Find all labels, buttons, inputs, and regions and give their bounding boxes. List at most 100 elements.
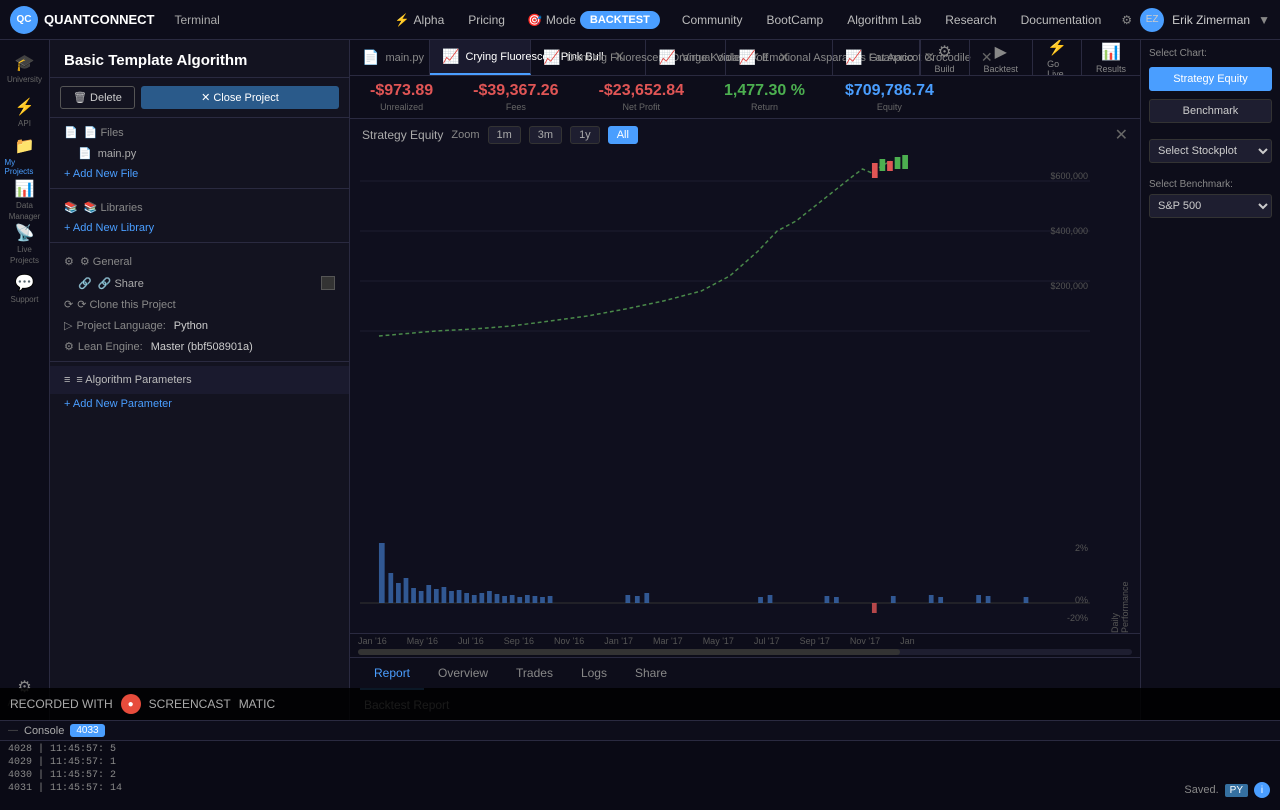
- university-icon: 🎓: [15, 53, 35, 73]
- build-button[interactable]: ⚙ Build: [920, 40, 969, 76]
- chart-close-button[interactable]: ✕: [1115, 125, 1128, 145]
- tab-trades[interactable]: Trades: [502, 658, 567, 690]
- strategy-equity-button[interactable]: Strategy Equity: [1149, 67, 1272, 91]
- sidebar-item-data[interactable]: 📊 Data Manager: [5, 180, 45, 220]
- backtest4-icon: 📈: [738, 49, 755, 66]
- user-name[interactable]: Erik Zimerman: [1172, 13, 1250, 27]
- scroll-bar[interactable]: [358, 649, 1132, 655]
- select-benchmark-wrapper: Select Benchmark: S&P 500: [1149, 179, 1272, 218]
- y-label-200k: $200,000: [1050, 281, 1088, 291]
- language-label: ▷: [64, 319, 72, 332]
- stat-value-unrealized: -$973.89: [370, 82, 433, 100]
- tl-may16: May '16: [407, 636, 438, 646]
- backtest-pill[interactable]: BACKTEST: [580, 11, 660, 29]
- timeline-bar: Jan '16 May '16 Jul '16 Sep '16 Nov '16 …: [350, 633, 1140, 647]
- nav-community[interactable]: Community: [672, 9, 753, 31]
- watermark-recorded: RECORDED WITH: [10, 697, 113, 711]
- tab-logs[interactable]: Logs: [567, 658, 621, 690]
- chevron-down-icon: ▼: [1258, 13, 1270, 27]
- tab-mainpy[interactable]: 📄 main.py: [350, 40, 430, 75]
- tab-backtest3[interactable]: 📈 Virtual Violet Wolf ✕: [646, 40, 726, 75]
- delete-button[interactable]: 🗑 Delete: [60, 86, 135, 109]
- daily-perf-label: Daily Performance: [1110, 563, 1130, 633]
- mainpy-icon: 📄: [362, 49, 379, 66]
- chart-container: Strategy Equity Zoom 1m 3m 1y All ✕: [350, 119, 1140, 720]
- main-area: 📄 main.py 📈 Crying Fluorescent Pink Bull…: [350, 40, 1140, 720]
- backtest-button[interactable]: ▶ Backtest: [969, 40, 1033, 76]
- tl-jan17: Jan '17: [604, 636, 633, 646]
- stat-label-fees: Fees: [506, 102, 526, 112]
- settings-icon[interactable]: ⚙: [1121, 13, 1132, 27]
- volume-chart: [360, 533, 1090, 623]
- zoom-1m[interactable]: 1m: [488, 126, 521, 144]
- logo-text: QUANTCONNECT: [44, 12, 155, 27]
- user-section: ⚙ EZ Erik Zimerman ▼: [1121, 8, 1270, 32]
- stat-netprofit: -$23,652.84 Net Profit: [599, 82, 684, 112]
- sidebar-item-university[interactable]: 🎓 University: [5, 48, 45, 88]
- main-py-file[interactable]: 📄 main.py: [50, 143, 349, 164]
- api-icon: ⚡: [15, 97, 35, 117]
- add-param-link[interactable]: + Add New Parameter: [50, 394, 349, 414]
- general-icon: ⚙: [64, 255, 74, 268]
- tl-jul16: Jul '16: [458, 636, 484, 646]
- scroll-track[interactable]: [350, 647, 1140, 657]
- data-icon: 📊: [15, 179, 35, 199]
- console-line-3: 4030 | 11:45:57: 2: [8, 769, 1272, 782]
- libraries-section-header[interactable]: 📚 📚 Libraries: [50, 193, 349, 218]
- tab-backtest4[interactable]: 📈 Emotional Asparagus Guanaco ✕: [726, 40, 833, 75]
- algo-params-header[interactable]: ≡ ≡ Algorithm Parameters: [50, 366, 349, 394]
- nav-items: ⚡ Alpha Pricing 🎯 Mode BACKTEST Communit…: [385, 7, 1112, 33]
- logo[interactable]: QC QUANTCONNECT: [10, 6, 155, 34]
- benchmark-button[interactable]: Benchmark: [1149, 99, 1272, 123]
- tab-overview[interactable]: Overview: [424, 658, 502, 690]
- results-icon: 📊: [1101, 42, 1121, 62]
- scroll-thumb[interactable]: [358, 649, 900, 655]
- build-icon: ⚙: [937, 42, 951, 62]
- general-section-header[interactable]: ⚙ ⚙ General: [50, 247, 349, 272]
- sidebar-item-api[interactable]: ⚡ API: [5, 92, 45, 132]
- tl-sep17: Sep '17: [800, 636, 830, 646]
- tab-report[interactable]: Report: [360, 658, 424, 690]
- backtest1-icon: 📈: [442, 48, 459, 65]
- backtest5-icon: 📈: [845, 49, 862, 66]
- nav-pricing[interactable]: Pricing: [458, 9, 515, 31]
- add-file-link[interactable]: + Add New File: [50, 164, 349, 184]
- nav-documentation[interactable]: Documentation: [1011, 9, 1112, 31]
- nav-mode[interactable]: 🎯 Mode BACKTEST: [519, 7, 668, 33]
- select-stockplot-wrapper: Select Stockplot: [1149, 139, 1272, 163]
- nav-alpha[interactable]: ⚡ Alpha: [385, 9, 455, 31]
- zoom-3m[interactable]: 3m: [529, 126, 562, 144]
- tab-backtest2[interactable]: 📈 Dancing Fluorescent Orange Koala ✕: [531, 40, 646, 75]
- tab-share[interactable]: Share: [621, 658, 681, 690]
- select-stockplot[interactable]: Select Stockplot: [1149, 139, 1272, 163]
- nav-research[interactable]: Research: [935, 9, 1006, 31]
- sidebar-item-myprojects[interactable]: 📁 My Projects: [5, 136, 45, 176]
- select-benchmark[interactable]: S&P 500: [1149, 194, 1272, 218]
- tab-backtest5[interactable]: 📈 Fat Apricot Crocodile ✕: [833, 40, 919, 75]
- chart-controls: Strategy Equity Zoom 1m 3m 1y All: [362, 126, 638, 144]
- add-library-link[interactable]: + Add New Library: [50, 218, 349, 238]
- zoom-all[interactable]: All: [608, 126, 638, 144]
- share-item[interactable]: 🔗 🔗 Share: [50, 272, 349, 294]
- files-section-header[interactable]: 📄 📄 Files: [50, 118, 349, 143]
- nav-algorithmlab[interactable]: Algorithm Lab: [837, 9, 931, 31]
- daily-y-2pct: 2%: [1075, 543, 1088, 553]
- info-icon[interactable]: i: [1254, 782, 1270, 798]
- sidebar-item-live[interactable]: 📡 Live Projects: [5, 224, 45, 264]
- icon-sidebar: 🎓 University ⚡ API 📁 My Projects 📊 Data …: [0, 40, 50, 720]
- console-dash: —: [8, 725, 18, 736]
- stat-label-unrealized: Unrealized: [380, 102, 423, 112]
- nav-bootcamp[interactable]: BootCamp: [757, 9, 834, 31]
- close-project-button[interactable]: ✕ Close Project: [141, 86, 339, 109]
- golive-button[interactable]: ⚡ Go Live: [1032, 40, 1081, 76]
- backtest2-icon: 📈: [543, 49, 560, 66]
- tab-backtest1[interactable]: 📈 Crying Fluorescent Pink Bull ✕: [430, 40, 531, 75]
- zoom-1y[interactable]: 1y: [570, 126, 600, 144]
- share-checkbox[interactable]: [321, 276, 335, 290]
- clone-row[interactable]: ⟳ ⟳ Clone this Project: [50, 294, 349, 315]
- clone-icon: ⟳: [64, 298, 73, 311]
- results-button[interactable]: 📊 Results: [1081, 40, 1140, 76]
- zoom-label: Zoom: [451, 129, 479, 141]
- sidebar-item-support[interactable]: 💬 Support: [5, 268, 45, 308]
- terminal-link[interactable]: Terminal: [175, 13, 220, 27]
